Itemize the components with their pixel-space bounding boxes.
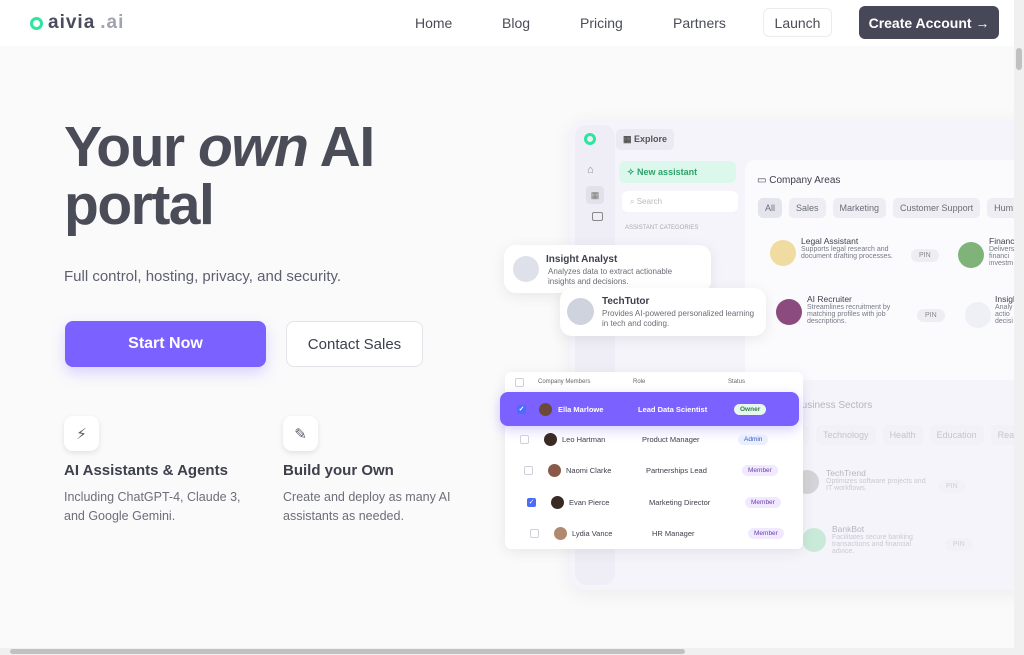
table-row[interactable]: ✓ Ella Marlowe Lead Data Scientist Owner [517, 399, 767, 419]
business-sectors-title: Business Sectors [795, 400, 873, 411]
create-account-button[interactable]: Create Account → [859, 6, 999, 39]
table-row[interactable]: Lydia Vance HR Manager Member [530, 523, 784, 543]
assistant-card[interactable]: BankBot Facilitates secure banking transa… [832, 524, 932, 555]
card-title: Insight Analyst [546, 254, 618, 265]
company-areas-panel [745, 160, 1024, 380]
sector-chips: All Technology Health Education Real [785, 425, 1024, 445]
explore-tab[interactable]: ▦ Explore [616, 129, 675, 150]
assistant-avatar [958, 242, 984, 268]
hero-subtitle: Full control, hosting, privacy, and secu… [64, 268, 342, 285]
checkbox[interactable] [530, 528, 539, 538]
horizontal-scrollbar[interactable] [0, 648, 1014, 655]
chip[interactable]: Technology [816, 425, 876, 445]
mockup-logo-icon [584, 133, 596, 145]
feature-title: Build your Own [283, 462, 394, 479]
checkbox[interactable]: ✓ [527, 497, 536, 507]
launch-button[interactable]: Launch [763, 8, 832, 37]
home-icon: ⌂ [587, 164, 594, 176]
nav-partners[interactable]: Partners [673, 15, 726, 31]
pin-button[interactable]: PIN [938, 480, 966, 493]
assistant-avatar [965, 302, 991, 328]
assistant-avatar [776, 299, 802, 325]
nav-blog[interactable]: Blog [502, 15, 530, 31]
briefcase-icon [592, 212, 603, 221]
lightning-icon: ⚡︎ [64, 416, 99, 451]
assistant-avatar [770, 240, 796, 266]
chip[interactable]: Health [882, 425, 923, 445]
checkbox[interactable]: ✓ [517, 404, 526, 414]
table-row[interactable]: ✓ Evan Pierce Marketing Director Member [527, 492, 781, 512]
grid-icon: ▦ [586, 186, 604, 204]
assistant-avatar [567, 298, 594, 325]
area-chips: All Sales Marketing Customer Support Hum [758, 198, 1021, 218]
assistant-avatar [513, 256, 539, 282]
pin-button[interactable]: PIN [911, 249, 939, 262]
chip[interactable]: Marketing [832, 198, 887, 218]
card-desc: Analyzes data to extract actionable insi… [548, 267, 673, 286]
hero-title: Your own AI portal [64, 115, 375, 237]
table-header: Company Members Role Status [515, 372, 795, 392]
checkbox[interactable] [520, 434, 529, 444]
table-row[interactable]: Leo Hartman Product Manager Admin [520, 429, 769, 449]
checkbox[interactable] [524, 465, 533, 475]
pin-button[interactable]: PIN [945, 538, 973, 551]
assistant-card[interactable]: Legal Assistant Supports legal research a… [801, 236, 901, 260]
feature-title: AI Assistants & Agents [64, 462, 228, 479]
techtutor-card[interactable]: TechTutor Provides AI-powered personaliz… [560, 288, 766, 336]
vertical-scrollbar[interactable] [1014, 0, 1024, 655]
new-assistant-button[interactable]: ✧ New assistant [619, 161, 736, 183]
nav-pricing[interactable]: Pricing [580, 15, 623, 31]
nav-home[interactable]: Home [415, 15, 452, 31]
assistant-card[interactable]: TechTrend Optimizes software projects and… [826, 468, 926, 492]
feature-desc: Create and deploy as many AI assistants … [283, 490, 451, 523]
mockup-search-input[interactable]: ⌕ Search [622, 191, 738, 212]
card-title: TechTutor [602, 296, 650, 307]
card-desc: Provides AI-powered personalized learnin… [602, 309, 755, 328]
logo-ring-icon [30, 16, 43, 30]
categories-label: ASSISTANT CATEGORIES [625, 225, 699, 231]
pin-button[interactable]: PIN [917, 309, 945, 322]
insight-analyst-card[interactable]: Insight Analyst Analyzes data to extract… [504, 245, 711, 293]
contact-sales-button[interactable]: Contact Sales [286, 321, 423, 367]
chip[interactable]: Customer Support [893, 198, 981, 218]
chip[interactable]: All [758, 198, 783, 218]
start-now-button[interactable]: Start Now [65, 321, 266, 367]
assistant-card[interactable]: AI Recruiter Streamlines recruitment by m… [807, 294, 907, 325]
chip[interactable]: Sales [789, 198, 826, 218]
company-areas-title: ▭ Company Areas [757, 175, 841, 186]
table-row[interactable]: Naomi Clarke Partnerships Lead Member [524, 460, 778, 480]
pencil-icon: ✎ [283, 416, 318, 451]
chip[interactable]: Education [929, 425, 984, 445]
business-sectors-panel: Business Sectors All Technology Health E… [770, 398, 1024, 578]
logo[interactable]: aivia .ai [30, 12, 124, 34]
assistant-avatar [802, 528, 826, 552]
feature-desc: Including ChatGPT-4, Claude 3, and Googl… [64, 490, 241, 523]
